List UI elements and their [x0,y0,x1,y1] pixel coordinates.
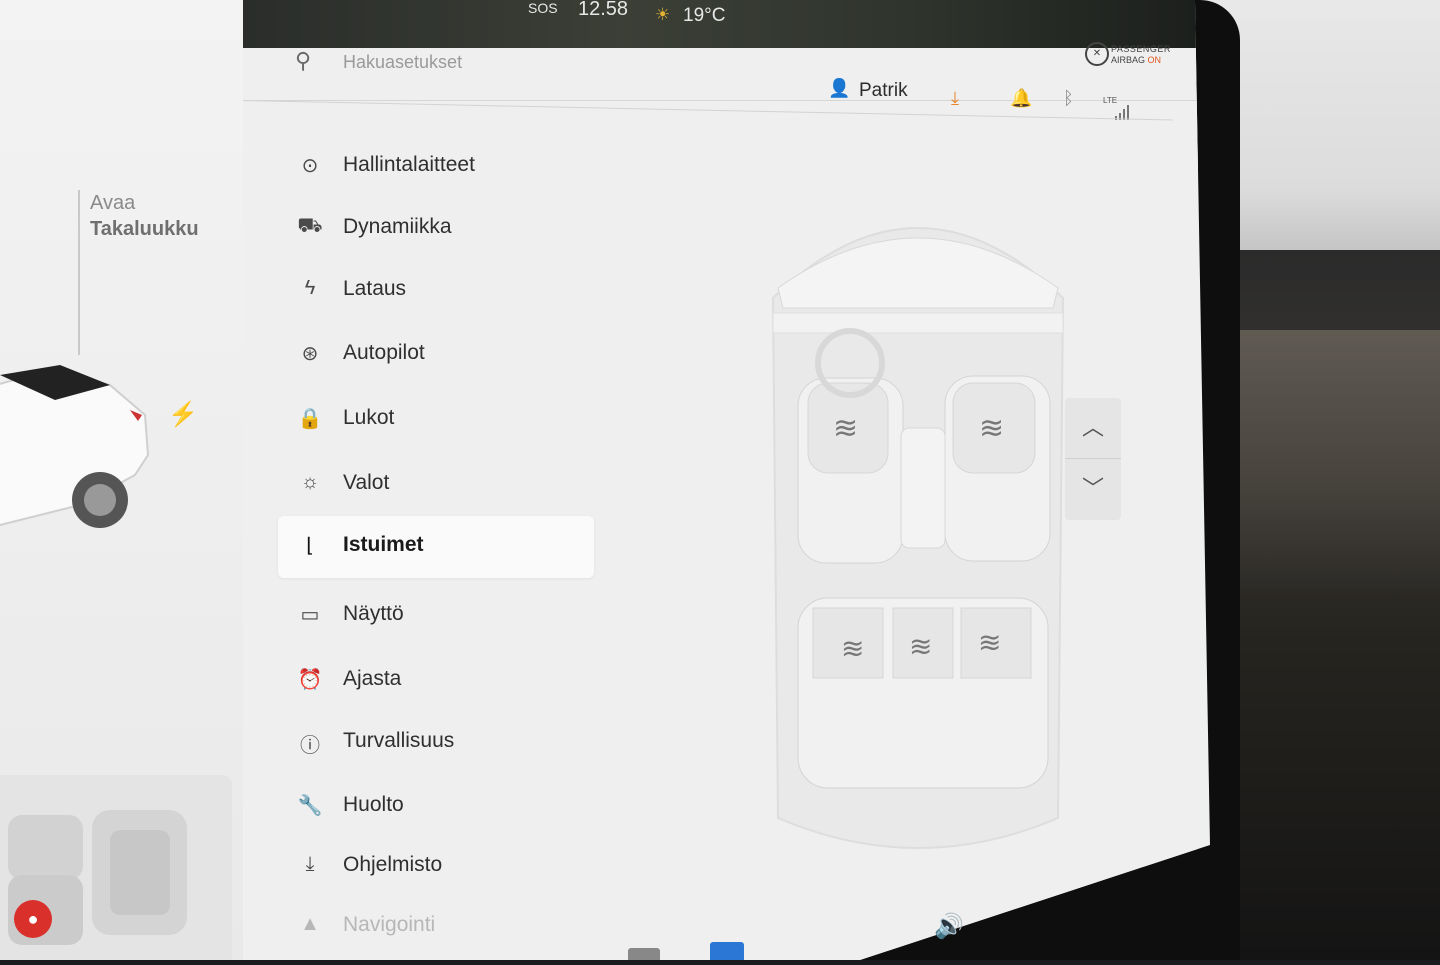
voice-command-icon[interactable]: ● [14,900,52,938]
airbag-state: ON [1147,55,1162,65]
menu-item-label: Dynamiikka [343,215,452,238]
scroll-up-chevron-icon[interactable]: ︿ [1065,398,1121,459]
charge-port-bolt-icon[interactable]: ⚡ [168,400,198,429]
menu-item-lights[interactable]: ☼ Valot [278,454,594,514]
light-icon: ☼ [300,471,320,493]
notification-bell-icon[interactable]: 🔔 [1010,88,1032,109]
airbag-icon: ✕ [1085,42,1109,66]
passenger-seat[interactable]: ≋ [944,375,1051,562]
search-input[interactable] [341,51,645,74]
menu-item-locks[interactable]: 🔒 Lukot [278,389,594,449]
search-bar: ⚲ [243,48,1198,101]
dashboard-trim [1230,330,1440,590]
car-icon: ⛟ [297,215,323,237]
menu-item-dynamics[interactable]: ⛟ Dynamiikka [278,198,594,258]
menu-item-label: Autopilot [343,341,425,364]
airbag-label-line2: AIRBAG ON [1111,55,1161,65]
download-icon[interactable]: ⤓ [951,88,959,109]
download-icon: ⤓ [305,853,315,875]
menu-item-label: Hallintalaitteet [343,153,475,176]
menu-item-charging[interactable]: ϟ Lataus [278,260,594,320]
menu-item-display[interactable]: ▭ Näyttö [278,585,594,645]
clock: 12.58 [578,0,629,20]
menu-item-label: Ohjelmisto [343,853,443,876]
lock-icon: 🔒 [297,408,323,430]
volume-icon[interactable]: 🔊 [934,912,964,941]
seat-icon: ⌊ [306,535,314,557]
seat-scroll-control: ︿ ﹀ [1065,398,1121,520]
user-profile-icon[interactable]: 👤 [828,78,850,99]
menu-item-safety[interactable]: ⓘ Turvallisuus [278,712,594,772]
touchscreen: Avaa Takaluukku ⚡ ● SOS 12.58 ☀ 19°C ⚲ H… [0,0,1210,960]
menu-item-label: Lukot [343,406,395,429]
menu-item-schedule[interactable]: ⏰ Ajasta [278,650,594,710]
menu-item-label: Turvallisuus [343,729,455,752]
menu-item-label: Valot [343,471,390,494]
menu-item-label: Ajasta [343,667,402,690]
passenger-airbag-indicator: ✕ PASSENGER AIRBAG ON [1085,40,1180,70]
seat-heater-icon[interactable]: ≋ [833,411,858,446]
seat-heater-icon[interactable]: ≋ [979,411,1004,446]
menu-item-label: Näyttö [343,602,404,625]
menu-item-label: Lataus [343,277,407,300]
rear-bench[interactable]: ≋ ≋ ≋ [797,597,1049,789]
sun-icon: ☀ [655,5,671,24]
display-icon: ▭ [300,604,320,626]
sos-label[interactable]: SOS [528,0,558,16]
menu-item-service[interactable]: 🔧 Huolto [278,776,594,836]
car-side-view [0,365,150,532]
seat-heater-icon[interactable]: ≋ [909,630,932,663]
driver-profile-name[interactable]: Patrik [859,80,908,102]
dock-bluetooth-icon[interactable] [710,942,744,960]
car-panel: Avaa Takaluukku ⚡ ● [0,0,244,960]
menu-item-label: Huolto [343,793,404,816]
bolt-icon: ϟ [304,277,316,299]
settings-panel: ⚲ ✕ PASSENGER AIRBAG ON 👤 Patrik ⤓ 🔔 ᛒ L… [242,42,1198,960]
navigation-icon: ▲ [300,913,320,935]
trunk-indicator-line [78,190,80,355]
wrench-icon: 🔧 [297,795,323,817]
header-divider [242,100,1173,121]
seat-heater-icon[interactable]: ≋ [841,632,864,665]
menu-item-controls[interactable]: ⊙ Hallintalaitteet [278,136,594,196]
airbag-word: AIRBAG [1111,55,1146,65]
toggle-icon: ⊙ [301,155,319,177]
menu-item-label: Istuimet [343,533,424,556]
scroll-down-chevron-icon[interactable]: ﹀ [1065,459,1121,519]
menu-item-seats[interactable]: ⌊ Istuimet [278,516,594,578]
bluetooth-icon[interactable]: ᛒ [1063,88,1074,109]
map-status-bar: SOS 12.58 ☀ 19°C [243,0,1198,48]
menu-item-software[interactable]: ⤓ Ohjelmisto [278,836,594,896]
seat-heater-icon[interactable]: ≋ [978,626,1001,659]
safety-icon: ⓘ [300,735,320,757]
airbag-label-line1: PASSENGER [1111,44,1171,54]
outside-temperature: 19°C [683,5,726,26]
trunk-open-label[interactable]: Avaa [90,192,135,215]
alarm-clock-icon: ⏰ [297,669,323,691]
cabin-seat-diagram: ≋ ≋ ≋ ≋ ≋ [771,227,1065,849]
trunk-name-label[interactable]: Takaluukku [90,218,199,241]
dock-app-icon[interactable] [628,948,660,960]
menu-item-autopilot[interactable]: ⊛ Autopilot [278,324,594,384]
menu-item-label: Navigointi [343,913,436,936]
menu-item-navigation[interactable]: ▲ Navigointi [278,896,594,956]
steering-wheel-icon: ⊛ [301,343,319,365]
search-icon[interactable]: ⚲ [295,48,311,74]
